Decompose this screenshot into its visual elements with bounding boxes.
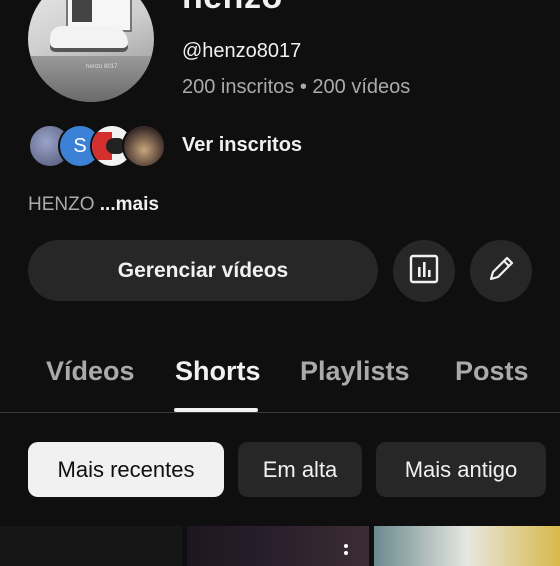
subscriber-count: 200 inscritos bbox=[182, 76, 295, 98]
more-options-icon[interactable] bbox=[344, 544, 348, 558]
channel-handle: @henzo8017 bbox=[182, 40, 302, 62]
channel-name: henzo bbox=[182, 0, 283, 17]
stats-separator: • bbox=[299, 76, 307, 98]
subscriber-avatar bbox=[122, 124, 166, 168]
tab-videos[interactable]: Vídeos bbox=[46, 356, 135, 387]
manage-videos-button[interactable]: Gerenciar vídeos bbox=[28, 240, 378, 301]
tab-posts[interactable]: Posts bbox=[455, 356, 529, 387]
tab-playlists[interactable]: Playlists bbox=[300, 356, 410, 387]
short-thumbnail[interactable] bbox=[187, 526, 369, 566]
avatar-car bbox=[50, 26, 128, 48]
channel-description[interactable]: HENZO ...mais bbox=[28, 194, 159, 216]
analytics-button[interactable] bbox=[393, 240, 455, 302]
channel-avatar[interactable]: henzo 8017 bbox=[28, 0, 154, 102]
video-count: 200 vídeos bbox=[312, 76, 411, 98]
description-more[interactable]: ...mais bbox=[100, 194, 159, 215]
short-thumbnail[interactable] bbox=[0, 526, 182, 566]
avatar-watermark: henzo 8017 bbox=[86, 64, 118, 70]
chip-oldest[interactable]: Mais antigo bbox=[376, 442, 546, 497]
description-text: HENZO bbox=[28, 194, 95, 215]
short-thumbnail[interactable] bbox=[374, 526, 560, 566]
channel-stats: 200 inscritos • 200 vídeos bbox=[182, 76, 410, 99]
chip-most-recent[interactable]: Mais recentes bbox=[28, 442, 224, 497]
edit-channel-button[interactable] bbox=[470, 240, 532, 302]
tabs-divider bbox=[0, 412, 560, 413]
avatar-door bbox=[72, 0, 92, 22]
avatar-road bbox=[28, 56, 154, 102]
pencil-icon bbox=[485, 253, 517, 290]
chip-trending[interactable]: Em alta bbox=[238, 442, 362, 497]
tab-shorts[interactable]: Shorts bbox=[175, 356, 261, 387]
analytics-icon bbox=[409, 254, 439, 289]
view-subscribers-link[interactable]: Ver inscritos bbox=[182, 134, 302, 157]
